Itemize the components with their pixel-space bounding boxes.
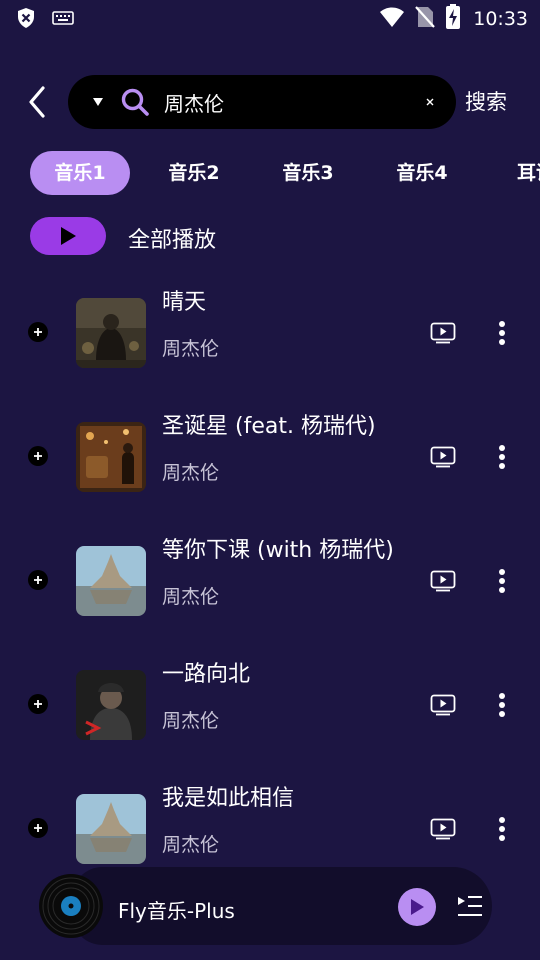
search-results-screen: 10:33 搜索 音乐1 音乐2 音乐3 音乐4 耳语 [0,0,540,960]
shield-icon [16,7,36,33]
more-options-button[interactable] [494,690,510,720]
song-artist: 周杰伦 [162,586,220,608]
tab-music-1[interactable]: 音乐1 [30,151,130,195]
clear-search-button[interactable] [422,94,438,110]
plus-icon [34,700,42,708]
song-artist: 周杰伦 [162,462,220,484]
play-all-label[interactable]: 全部播放 [128,222,216,254]
search-bar [68,75,456,129]
no-sim-icon [415,5,436,33]
add-to-playlist-button[interactable] [28,694,48,714]
tab-music-3[interactable]: 音乐3 [258,151,358,195]
song-row[interactable]: 一路向北 周杰伦 [0,656,540,780]
status-bar: 10:33 [0,0,540,36]
song-row[interactable]: 晴天 周杰伦 [0,284,540,408]
more-options-button[interactable] [494,442,510,472]
song-title[interactable]: 圣诞星 (feat. 杨瑞代) [162,408,376,440]
tab-music-5[interactable]: 耳语 [486,151,540,195]
magnifier-icon [121,88,149,116]
back-button[interactable] [22,84,52,120]
plus-icon [34,824,42,832]
song-row[interactable]: 圣诞星 (feat. 杨瑞代) 周杰伦 [0,408,540,532]
song-artist: 周杰伦 [162,710,220,732]
playlist-icon[interactable] [456,893,484,919]
search-input[interactable] [164,85,404,119]
song-title[interactable]: 一路向北 [162,656,250,688]
song-row[interactable]: 等你下课 (with 杨瑞代) 周杰伦 [0,532,540,656]
status-time: 10:33 [473,8,528,30]
add-to-playlist-button[interactable] [28,446,48,466]
more-options-button[interactable] [494,566,510,596]
battery-charging-icon [445,4,461,34]
song-title[interactable]: 等你下课 (with 杨瑞代) [162,532,394,564]
mv-icon[interactable] [430,322,456,344]
mv-icon[interactable] [430,694,456,716]
plus-icon [34,328,42,336]
wifi-icon [379,6,405,32]
now-playing-title[interactable]: Fly音乐-Plus [118,895,235,924]
search-type-dropdown[interactable] [90,92,106,112]
add-to-playlist-button[interactable] [28,322,48,342]
mini-play-button[interactable] [398,888,436,926]
album-cover[interactable] [76,794,146,864]
song-artist: 周杰伦 [162,338,220,360]
vinyl-disc-icon[interactable] [38,873,104,939]
triangle-down-icon [93,98,103,106]
source-tabs: 音乐1 音乐2 音乐3 音乐4 耳语 [30,151,540,195]
mini-player: Fly音乐-Plus [38,867,494,947]
album-cover[interactable] [76,670,146,740]
play-all-button[interactable] [30,217,106,255]
keyboard-icon [52,10,74,30]
tab-music-4[interactable]: 音乐4 [372,151,472,195]
song-title[interactable]: 晴天 [162,284,206,316]
close-icon [426,98,434,106]
tab-music-2[interactable]: 音乐2 [144,151,244,195]
play-icon [411,899,424,915]
play-icon [61,227,76,245]
more-options-button[interactable] [494,318,510,348]
album-cover[interactable] [76,298,146,368]
chevron-left-icon [29,86,45,118]
album-cover[interactable] [76,422,146,492]
song-artist: 周杰伦 [162,834,220,856]
song-title[interactable]: 我是如此相信 [162,780,294,812]
plus-icon [34,576,42,584]
mv-icon[interactable] [430,446,456,468]
album-cover[interactable] [76,546,146,616]
mv-icon[interactable] [430,570,456,592]
search-button[interactable]: 搜索 [465,86,507,116]
more-options-button[interactable] [494,814,510,844]
add-to-playlist-button[interactable] [28,818,48,838]
add-to-playlist-button[interactable] [28,570,48,590]
mv-icon[interactable] [430,818,456,840]
plus-icon [34,452,42,460]
